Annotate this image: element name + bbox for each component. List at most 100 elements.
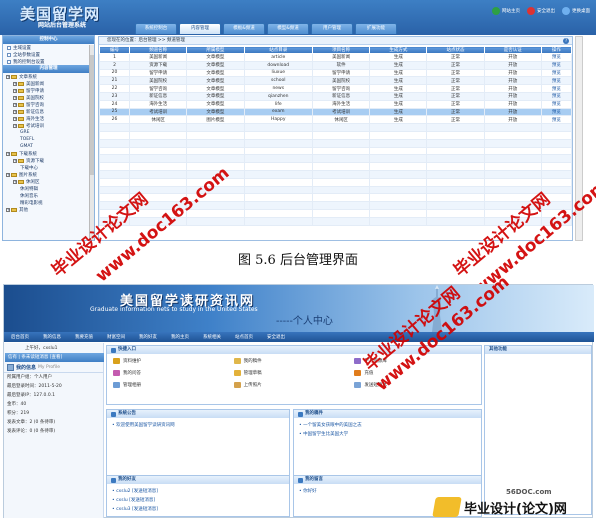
- pc-nav-item[interactable]: 安全退出: [260, 334, 292, 340]
- message-item[interactable]: • 你好好: [299, 487, 476, 496]
- preview-link[interactable]: 预览: [540, 68, 573, 78]
- expand-icon[interactable]: +: [6, 207, 10, 212]
- expand-icon[interactable]: +: [13, 123, 17, 128]
- pc-nav-item[interactable]: 我要充值: [68, 334, 100, 340]
- tree-item[interactable]: + 图片系统: [3, 171, 94, 178]
- preview-link[interactable]: 预览: [540, 99, 573, 109]
- preview-link[interactable]: 预览: [540, 53, 573, 62]
- tree-item[interactable]: 下载中心: [3, 164, 94, 171]
- home-link[interactable]: 网站主页: [492, 7, 520, 15]
- preview-link[interactable]: 预览: [540, 84, 573, 93]
- table-row[interactable]: 24 海外生活 文章模型 life 海外生活 生成 正常 开放 预览: [98, 99, 573, 109]
- tree-item[interactable]: 休闲特辑: [3, 185, 94, 192]
- friend-item[interactable]: • cxslu2 [发送短消息]: [112, 487, 284, 496]
- table-empty-row: [98, 169, 573, 179]
- tree-item[interactable]: + 考试培训: [3, 122, 94, 129]
- table-row[interactable]: 1 美国新闻 文章模型 article 美国新闻 生成 正常 开放 预览: [98, 53, 573, 62]
- expand-icon[interactable]: +: [6, 172, 10, 177]
- quick-entry-item[interactable]: 我的稿件: [233, 357, 355, 365]
- checkbox-icon: [7, 59, 11, 64]
- tree-item[interactable]: + 美国院校: [3, 94, 94, 101]
- table-row[interactable]: 25 考试培训 文章模型 exam 考试培训 生成 正常 开放 预览: [98, 107, 573, 117]
- expand-icon[interactable]: +: [13, 109, 17, 114]
- table-row[interactable]: 20 留学申请 文章模型 liuxue 留学申请 生成 正常 开放 预览: [98, 68, 573, 78]
- tree-item[interactable]: 休闲音乐: [3, 192, 94, 199]
- pc-nav-item[interactable]: 我的信息: [36, 334, 68, 340]
- expand-icon[interactable]: +: [13, 81, 17, 86]
- logout-link[interactable]: 安全退出: [527, 7, 555, 15]
- tree-item[interactable]: + 新证信息: [3, 108, 94, 115]
- table-cell: [540, 138, 573, 148]
- table-row[interactable]: 22 留学咨询 文章模型 news 留学咨询 生成 正常 开放 预览: [98, 84, 573, 93]
- tree-item[interactable]: + 文章系统: [3, 73, 94, 80]
- expand-icon[interactable]: +: [13, 158, 17, 163]
- expand-icon[interactable]: +: [13, 116, 17, 121]
- table-row[interactable]: 21 美国院校 文章模型 school 美国院校 生成 正常 开放 预览: [98, 76, 573, 86]
- preview-link[interactable]: 预览: [540, 76, 573, 86]
- tree-item[interactable]: + 资源下载: [3, 157, 94, 164]
- quick-entry-item[interactable]: 我的问答: [113, 369, 234, 377]
- main-scrollbar[interactable]: [575, 36, 583, 241]
- tree-item[interactable]: 精彩电影视: [3, 199, 94, 206]
- tree-item[interactable]: GMAT: [3, 143, 94, 150]
- work-item[interactable]: • 一个留美女孩眼中的美国之志: [299, 421, 476, 430]
- pc-nav-item[interactable]: 站点首页: [228, 334, 260, 340]
- change-desktop-link[interactable]: 更换桌面: [562, 7, 590, 15]
- quick-entry-item[interactable]: 学习资源库: [354, 357, 475, 365]
- tree-item[interactable]: + 留学咨询: [3, 101, 94, 108]
- preview-link[interactable]: 预览: [540, 107, 573, 117]
- table-row[interactable]: 2 资源下载 文章模型 download 软件 生成 正常 开放 预览: [98, 60, 573, 70]
- tree-item[interactable]: TOEFL: [3, 136, 94, 143]
- tree-item[interactable]: + 留学申请: [3, 87, 94, 94]
- preview-link[interactable]: 预览: [540, 115, 573, 125]
- expand-icon[interactable]: +: [6, 151, 10, 156]
- pc-nav-item[interactable]: 后台首页: [4, 334, 36, 340]
- expand-icon[interactable]: +: [13, 179, 17, 184]
- expand-icon[interactable]: +: [13, 95, 17, 100]
- expand-icon[interactable]: +: [13, 102, 17, 107]
- friend-item[interactable]: • cxslu3 [发送短消息]: [112, 505, 284, 514]
- pc-nav-item[interactable]: 我的好友: [132, 334, 164, 340]
- table-cell: 开放: [483, 84, 542, 93]
- table-cell: 25: [98, 107, 131, 117]
- sidebar-item[interactable]: 主域设置: [3, 44, 94, 51]
- admin-tab[interactable]: 模板&频道: [223, 23, 265, 34]
- pc-nav-item[interactable]: 系统相关: [196, 334, 228, 340]
- table-cell: 新证信息: [129, 91, 188, 101]
- tree-item[interactable]: + 美国新闻: [3, 80, 94, 87]
- table-row[interactable]: 26 休闲区 图片模型 Happy 休闲区 生成 正常 开放 预览: [98, 115, 573, 125]
- unread-messages-bar[interactable]: 信有 | 条未读短消息 [查看]: [5, 353, 104, 362]
- admin-tab[interactable]: 模型&频道: [267, 23, 309, 34]
- tree-item[interactable]: + 海外生活: [3, 115, 94, 122]
- work-item[interactable]: • 中国留学生比美国大学: [299, 430, 476, 439]
- sidebar-item[interactable]: 我的控制台设置: [3, 58, 94, 65]
- pc-nav-item[interactable]: 财富空间: [100, 334, 132, 340]
- admin-tab[interactable]: 扩展功能: [355, 23, 397, 34]
- tree-item[interactable]: + 其他: [3, 206, 94, 213]
- sidebar-item[interactable]: 全站参数设置: [3, 51, 94, 58]
- table-cell: 文章模型: [186, 68, 245, 78]
- sidebar-scroll-thumb[interactable]: [90, 55, 94, 175]
- expand-icon[interactable]: +: [13, 88, 17, 93]
- quick-entry-item[interactable]: 资料维护: [113, 357, 234, 365]
- quick-entry-item[interactable]: 上传照片: [233, 381, 355, 389]
- admin-tab[interactable]: 内容管理: [179, 23, 221, 34]
- friend-item[interactable]: • cxslu [发送短消息]: [112, 496, 284, 505]
- table-row[interactable]: 23 新证信息 文章模型 qianzhen 新证信息 生成 正常 开放 预览: [98, 91, 573, 101]
- tree-item[interactable]: + 下载系统: [3, 150, 94, 157]
- quick-entry-item[interactable]: 充值: [354, 369, 475, 377]
- preview-link[interactable]: 预览: [540, 60, 573, 70]
- tree-item[interactable]: + 休闲区: [3, 178, 94, 185]
- admin-tab[interactable]: 系统控制台: [135, 23, 177, 34]
- tree-item[interactable]: GRE: [3, 129, 94, 136]
- quick-entry-item[interactable]: 发送短消息: [354, 381, 475, 389]
- admin-tab[interactable]: 用户管理: [311, 23, 353, 34]
- help-icon[interactable]: ?: [563, 38, 569, 44]
- expand-icon[interactable]: +: [6, 74, 10, 79]
- notice-item[interactable]: • 欢迎使用美国留学读研资讯网: [112, 421, 284, 430]
- sidebar-scrollbar[interactable]: [89, 45, 94, 240]
- quick-entry-item[interactable]: 管理相册: [113, 381, 234, 389]
- preview-link[interactable]: 预览: [540, 91, 573, 101]
- quick-entry-item[interactable]: 管理草稿: [233, 369, 355, 377]
- pc-nav-item[interactable]: 我的主页: [164, 334, 196, 340]
